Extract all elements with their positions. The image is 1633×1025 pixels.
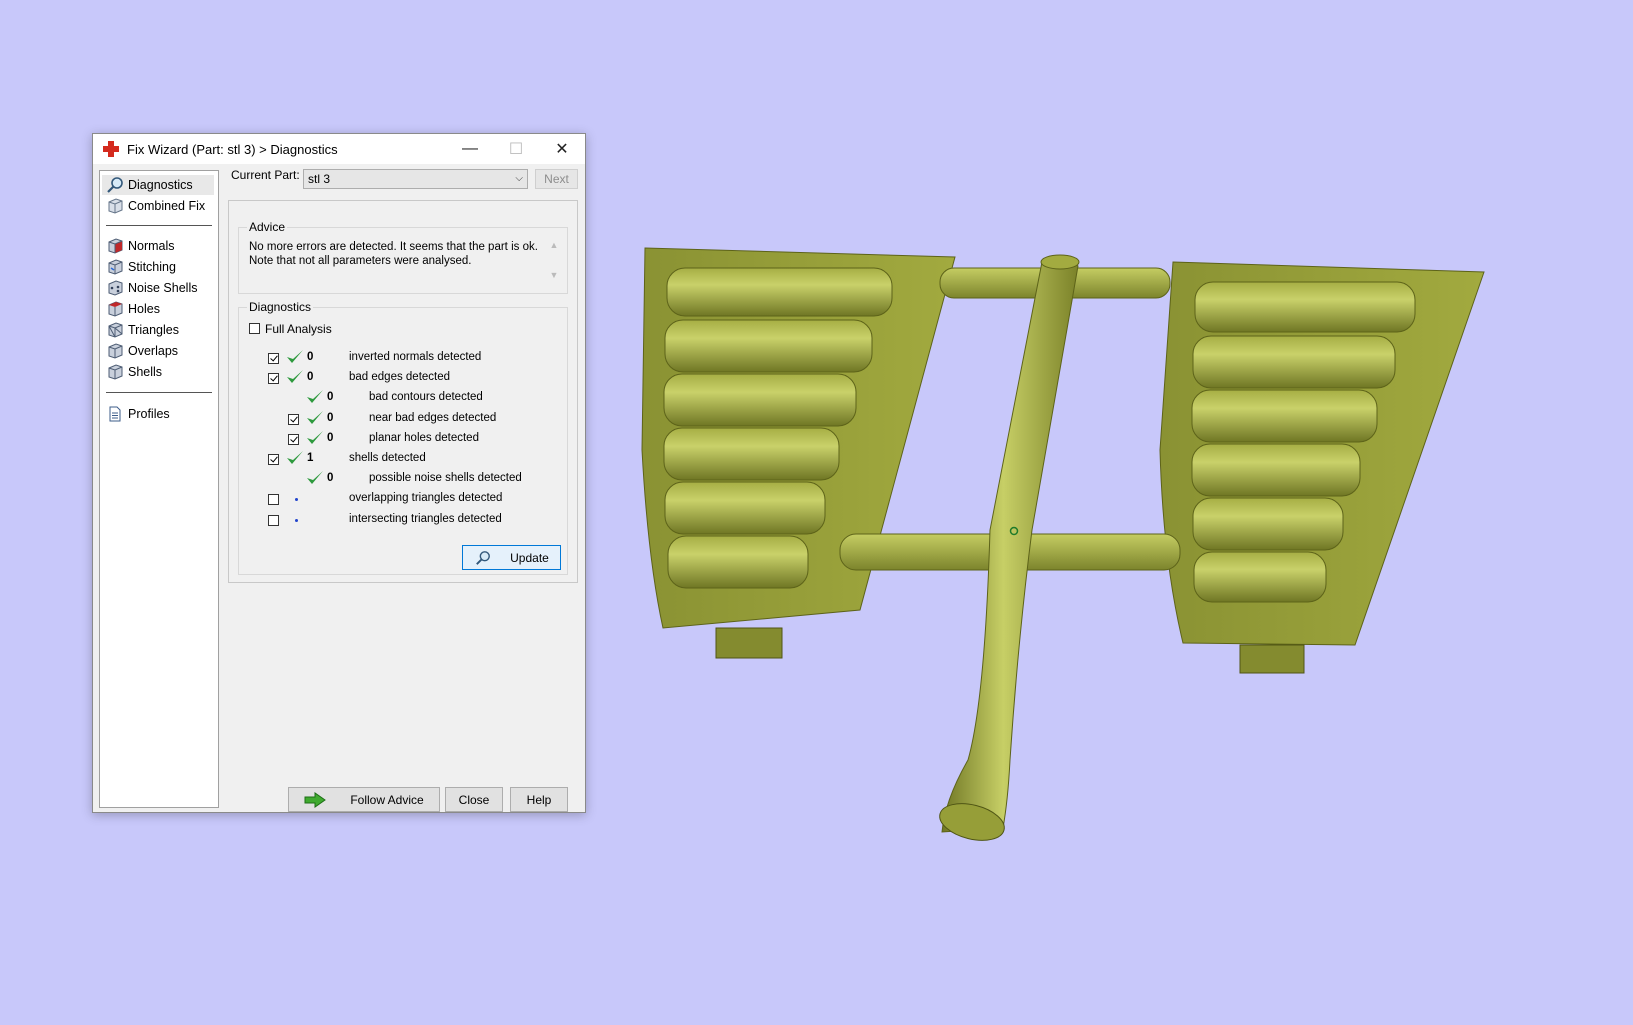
cube-icon [108, 198, 123, 214]
diagnostic-label: possible noise shells detected [369, 472, 522, 485]
green-check-icon [287, 370, 303, 384]
sidebar-divider [106, 392, 212, 393]
magnifier-icon [476, 550, 491, 565]
sidebar-item-overlaps[interactable]: Overlaps [102, 341, 214, 361]
diagnostic-label: bad contours detected [369, 391, 483, 404]
sidebar-item-label: Profiles [128, 407, 170, 421]
diagnostic-label: inverted normals detected [349, 351, 482, 363]
sidebar-item-label: Combined Fix [128, 199, 206, 213]
diagnostics-panel: Advice No more errors are detected. It s… [228, 200, 578, 583]
sidebar-item-label: Normals [128, 239, 175, 253]
sidebar-item-combined-fix[interactable]: Combined Fix [102, 196, 214, 216]
update-button[interactable]: Update [462, 545, 561, 570]
diagnostic-count: 0 [327, 391, 334, 404]
diagnostic-label: intersecting triangles detected [349, 512, 502, 525]
diagnostic-count: 0 [327, 411, 334, 424]
sidebar-item-label: Overlaps [128, 344, 179, 358]
diagnostic-row-checkbox[interactable] [268, 494, 279, 506]
follow-advice-label: Follow Advice [350, 792, 424, 807]
diagnostics-title: Diagnostics [247, 300, 314, 314]
shells-cube-icon [108, 364, 123, 380]
advice-title: Advice [247, 220, 288, 234]
full-analysis-checkbox[interactable] [249, 323, 260, 334]
diagnostics-group: Diagnostics Full Analysis 0 inverted norm… [238, 300, 568, 575]
diagnostic-row-checkbox[interactable] [268, 353, 279, 364]
diagnostic-count: 1 [307, 452, 314, 464]
noise-cube-icon [108, 280, 123, 296]
sidebar-item-profiles[interactable]: Profiles [102, 404, 214, 424]
green-check-icon [287, 451, 303, 464]
current-part-label: Current Part: [231, 168, 300, 182]
help-button[interactable]: Help [510, 787, 568, 812]
sidebar-item-normals[interactable]: Normals [102, 236, 214, 256]
sidebar-item-stitching[interactable]: Stitching [102, 257, 214, 277]
minimize-button[interactable]: — [447, 134, 493, 164]
diagnostic-label: near bad edges detected [369, 411, 497, 424]
current-part-value: stl 3 [308, 172, 331, 186]
title-bar[interactable]: Fix Wizard (Part: stl 3) > Diagnostics —… [93, 134, 585, 164]
triangle-cube-icon [108, 322, 123, 338]
update-label: Update [510, 550, 549, 565]
diagnostic-count: 0 [307, 371, 314, 384]
cube-red-icon [108, 238, 123, 254]
full-analysis-label: Full Analysis [265, 322, 332, 336]
sidebar-item-label: Triangles [128, 323, 179, 337]
current-part-select[interactable]: stl 3 ⌵ [303, 169, 528, 189]
green-arrow-icon [304, 791, 327, 808]
maximize-button[interactable]: ☐ [493, 134, 539, 164]
sidebar-item-diagnostics[interactable]: Diagnostics [102, 175, 214, 195]
right-block [1159, 261, 1485, 674]
next-button[interactable]: Next [535, 169, 578, 189]
close-button[interactable]: Close [445, 787, 503, 812]
window-title: Fix Wizard (Part: stl 3) > Diagnostics [127, 141, 338, 157]
magnifier-icon [107, 177, 123, 193]
green-check-icon [307, 410, 323, 424]
diagnostic-count: 0 [327, 472, 334, 485]
diagnostic-row-checkbox[interactable] [268, 514, 279, 526]
chevron-down-icon: ⌵ [515, 173, 523, 184]
left-block [641, 247, 956, 659]
wizard-sidebar: Diagnostics Combined Fix Normals Stitchi… [99, 170, 219, 808]
sidebar-item-label: Holes [128, 302, 160, 316]
advice-line: Note that not all parameters were analys… [249, 255, 472, 267]
advice-line: No more errors are detected. It seems th… [249, 241, 538, 253]
sidebar-item-label: Noise Shells [128, 281, 198, 295]
diagnostic-label: bad edges detected [349, 371, 451, 384]
fix-wizard-window: Fix Wizard (Part: stl 3) > Diagnostics —… [92, 133, 586, 813]
advice-scrollbar[interactable]: ▲ ▼ [547, 240, 561, 286]
advice-group: Advice No more errors are detected. It s… [238, 220, 568, 294]
diagnostic-row-checkbox[interactable] [288, 413, 299, 425]
diagnostic-row-checkbox[interactable] [268, 454, 279, 465]
follow-advice-button[interactable]: Follow Advice [288, 787, 440, 812]
sidebar-item-holes[interactable]: Holes [102, 299, 214, 319]
diagnostic-label: overlapping triangles detected [349, 492, 503, 505]
sidebar-item-label: Shells [128, 365, 163, 379]
document-icon [109, 406, 121, 422]
diagnostic-row-checkbox[interactable] [268, 373, 279, 385]
sidebar-item-label: Diagnostics [128, 178, 193, 192]
diagnostic-label: shells detected [349, 452, 426, 464]
sidebar-item-triangles[interactable]: Triangles [102, 320, 214, 340]
green-check-icon [307, 430, 323, 444]
red-cross-icon [103, 141, 119, 157]
not-analysed-dot [295, 498, 298, 502]
sidebar-item-noise-shells[interactable]: Noise Shells [102, 278, 214, 298]
green-check-icon [307, 390, 323, 404]
sidebar-item-shells[interactable]: Shells [102, 362, 214, 382]
overlap-cube-icon [108, 343, 123, 359]
not-analysed-dot [295, 518, 298, 522]
diagnostic-row-checkbox[interactable] [288, 433, 299, 445]
diagnostic-count: 0 [307, 351, 314, 363]
diagnostic-count: 0 [327, 431, 334, 444]
green-check-icon [287, 350, 303, 363]
diagnostic-label: planar holes detected [369, 431, 479, 444]
cube-stitch-icon [108, 259, 123, 275]
sidebar-item-label: Stitching [128, 260, 176, 274]
sidebar-divider [106, 225, 212, 226]
advice-text: No more errors are detected. It seems th… [249, 240, 539, 268]
green-check-icon [307, 471, 323, 485]
cube-holes-icon [108, 301, 123, 317]
close-window-button[interactable]: ✕ [539, 134, 585, 164]
